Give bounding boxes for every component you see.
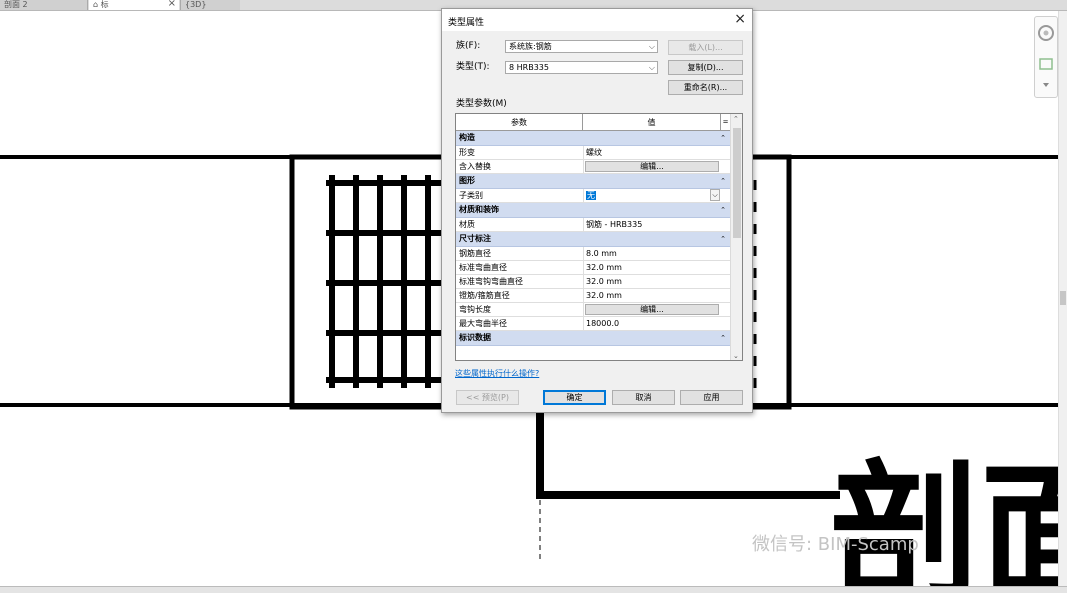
group-header-identity-data[interactable]: 标识数据 ⌃: [456, 331, 730, 346]
family-label: 族(F):: [456, 41, 481, 51]
scrollbar-thumb[interactable]: [733, 128, 741, 238]
tab-active-view[interactable]: ⌂ 标 ×: [89, 0, 179, 10]
table-row[interactable]: 弯钩长度 编辑...: [456, 303, 730, 317]
scroll-down-icon[interactable]: ⌄: [733, 352, 739, 360]
chevron-down-icon[interactable]: ⌵: [710, 189, 720, 201]
column-header-value: 值: [583, 114, 721, 131]
family-dropdown[interactable]: 系统族:钢筋 ⌵: [505, 40, 658, 53]
table-rows: 构造 ⌃ 形变 螺纹 含入替换 编辑... 图形 ⌃ 子类别 无 ⌵ 材质和装饰…: [456, 131, 730, 346]
subcategory-dropdown[interactable]: 无 ⌵: [583, 189, 721, 202]
collapse-icon[interactable]: ⌃: [720, 232, 726, 246]
table-row[interactable]: 钢筋直径 8.0 mm: [456, 247, 730, 261]
tab-3d-view[interactable]: {3D}: [180, 0, 240, 10]
close-tab-icon[interactable]: ×: [168, 0, 176, 9]
column-header-extra: =: [721, 114, 730, 131]
section-label-text: 剖面: [830, 447, 1058, 586]
type-label: 类型(T):: [456, 62, 490, 72]
close-icon[interactable]: ×: [734, 11, 746, 27]
ok-button[interactable]: 确定: [543, 390, 606, 405]
table-vertical-scrollbar[interactable]: ⌃ ⌄: [730, 114, 742, 360]
type-parameters-table: 参数 值 = 构造 ⌃ 形变 螺纹 含入替换 编辑... 图形 ⌃ 子类别 无 …: [455, 113, 743, 361]
collapse-icon[interactable]: ⌃: [720, 174, 726, 188]
dialog-title-bar: 类型属性 ×: [442, 9, 752, 31]
table-row[interactable]: 形变 螺纹: [456, 146, 730, 160]
group-header-materials[interactable]: 材质和装饰 ⌃: [456, 203, 730, 218]
dialog-title: 类型属性: [448, 18, 485, 28]
navigation-bar[interactable]: [1034, 16, 1058, 98]
preview-button[interactable]: << 预览(P): [456, 390, 519, 405]
column-header-param: 参数: [456, 114, 583, 131]
group-header-construction[interactable]: 构造 ⌃: [456, 131, 730, 146]
type-dropdown[interactable]: 8 HRB335 ⌵: [505, 61, 658, 74]
tab-section-2[interactable]: 剖面 2: [0, 0, 88, 10]
collapse-icon[interactable]: ⌃: [720, 331, 726, 345]
table-row[interactable]: 子类别 无 ⌵: [456, 189, 730, 203]
table-row[interactable]: 材质 钢筋 - HRB335: [456, 218, 730, 232]
steering-wheel-icon[interactable]: [1035, 17, 1057, 97]
chevron-down-icon: ⌵: [648, 63, 655, 72]
table-row[interactable]: 标准弯曲直径 32.0 mm: [456, 261, 730, 275]
home-icon: ⌂: [93, 0, 99, 9]
load-button[interactable]: 载入(L)...: [668, 40, 743, 55]
watermark-text: 微信号: BIM-Scamp: [752, 534, 919, 555]
cancel-button[interactable]: 取消: [612, 390, 675, 405]
chevron-down-icon: ⌵: [648, 42, 655, 51]
collapse-icon[interactable]: ⌃: [720, 131, 726, 145]
type-params-label: 类型参数(M): [456, 99, 507, 109]
table-row[interactable]: 含入替换 编辑...: [456, 160, 730, 174]
edit-button[interactable]: 编辑...: [585, 304, 719, 315]
table-row[interactable]: 标准弯钩弯曲直径 32.0 mm: [456, 275, 730, 289]
table-row[interactable]: 最大弯曲半径 18000.0: [456, 317, 730, 331]
collapse-icon[interactable]: ⌃: [720, 203, 726, 217]
table-row[interactable]: 镫筋/箍筋直径 32.0 mm: [456, 289, 730, 303]
canvas-vertical-scrollbar[interactable]: [1058, 11, 1067, 586]
apply-button[interactable]: 应用: [680, 390, 743, 405]
group-header-dimensions[interactable]: 尺寸标注 ⌃: [456, 232, 730, 247]
rename-button[interactable]: 重命名(R)...: [668, 80, 743, 95]
edit-button[interactable]: 编辑...: [585, 161, 719, 172]
help-link[interactable]: 这些属性执行什么操作?: [455, 368, 539, 379]
group-header-graphics[interactable]: 图形 ⌃: [456, 174, 730, 189]
duplicate-button[interactable]: 复制(D)...: [668, 60, 743, 75]
scrollbar-thumb[interactable]: [1060, 291, 1066, 305]
scroll-up-icon[interactable]: ⌃: [733, 115, 739, 123]
